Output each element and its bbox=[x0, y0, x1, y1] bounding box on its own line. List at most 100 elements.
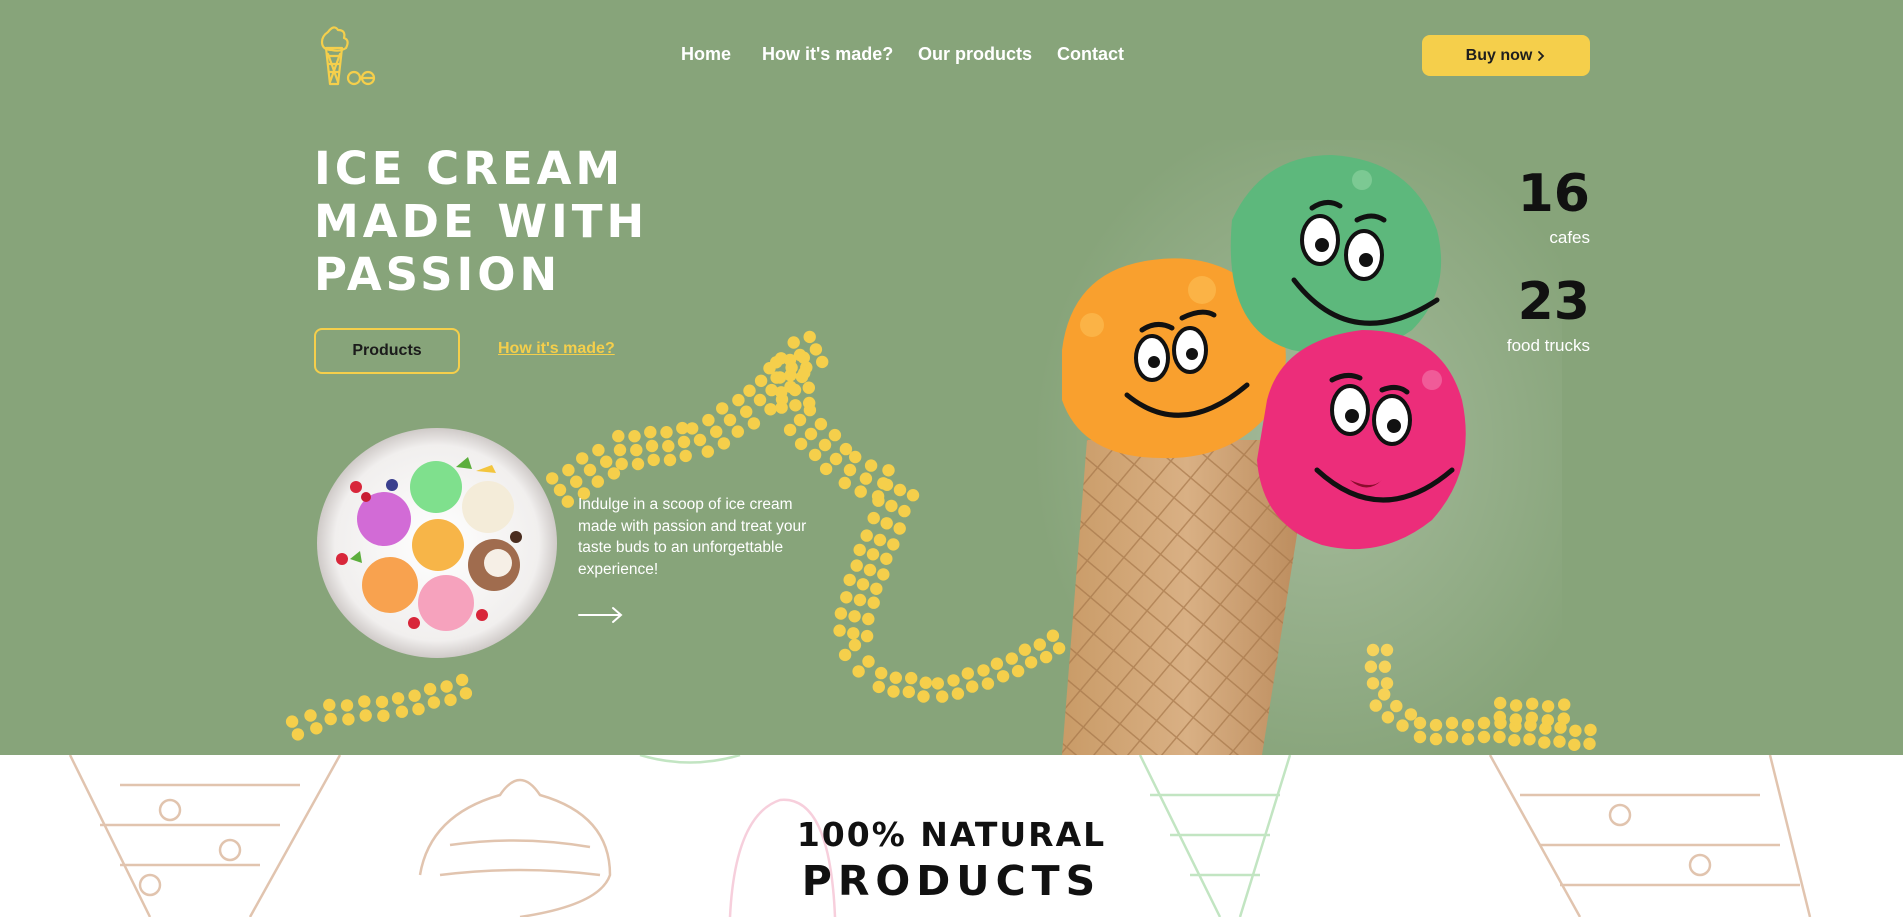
decorative-dot bbox=[919, 676, 932, 689]
decorative-dot bbox=[583, 463, 597, 477]
main-nav: Home How it's made? Our products Contact bbox=[0, 44, 1903, 68]
decorative-dot bbox=[732, 393, 745, 407]
nav-home[interactable]: Home bbox=[681, 44, 731, 65]
decorative-dot bbox=[455, 673, 469, 687]
decorative-dot bbox=[615, 457, 628, 471]
decorative-dot bbox=[917, 690, 930, 703]
arrow-right-icon[interactable] bbox=[578, 604, 624, 626]
decorative-dot bbox=[630, 443, 643, 457]
decorative-dot bbox=[561, 495, 574, 508]
decorative-dot bbox=[936, 690, 949, 703]
buy-now-button[interactable]: Buy now bbox=[1422, 35, 1590, 76]
decorative-dot bbox=[864, 459, 878, 472]
decorative-dot bbox=[829, 452, 843, 466]
decorative-dot bbox=[853, 593, 867, 607]
decorative-dot bbox=[814, 417, 828, 431]
decorative-dot bbox=[787, 336, 800, 349]
decorative-dot bbox=[1011, 664, 1025, 678]
dotted-trail-decoration bbox=[285, 330, 1597, 751]
decorative-dot bbox=[793, 413, 807, 427]
decorative-dot bbox=[764, 403, 777, 416]
section-title-line-2: PRODUCTS bbox=[801, 857, 1102, 905]
decorative-dot bbox=[775, 386, 788, 399]
decorative-dot bbox=[775, 401, 788, 414]
how-its-made-link[interactable]: How it's made? bbox=[498, 340, 615, 358]
decorative-dot bbox=[804, 427, 818, 441]
decorative-dot bbox=[873, 533, 887, 547]
decorative-dot bbox=[592, 443, 605, 457]
decorative-dot bbox=[867, 511, 880, 525]
decorative-dot bbox=[612, 429, 625, 443]
decorative-dot bbox=[872, 680, 885, 694]
decorative-dot bbox=[877, 568, 890, 581]
decorative-dot bbox=[628, 430, 641, 443]
decorative-dot bbox=[647, 453, 660, 467]
products-button[interactable]: Products bbox=[314, 328, 460, 374]
decorative-dot bbox=[951, 687, 965, 700]
decorative-dot bbox=[880, 478, 894, 491]
decorative-dot bbox=[686, 422, 699, 435]
decorative-dot bbox=[591, 475, 604, 488]
stat-food-trucks-label: food trucks bbox=[1506, 336, 1590, 355]
decorative-dot bbox=[459, 687, 473, 700]
decorative-dot bbox=[408, 689, 421, 702]
decorative-dot bbox=[783, 423, 797, 437]
decorative-dot bbox=[662, 439, 675, 453]
decorative-dot bbox=[701, 445, 714, 458]
decorative-dot bbox=[679, 449, 692, 463]
decorative-dot bbox=[803, 403, 817, 417]
decorative-dot bbox=[1569, 724, 1582, 737]
decorative-dot bbox=[990, 657, 1004, 670]
decorative-dot bbox=[770, 371, 783, 384]
headline-line-2: MADE WITH bbox=[314, 195, 649, 248]
decorative-dot bbox=[310, 722, 323, 735]
decorative-dot bbox=[961, 667, 974, 680]
headline-line-3: PASSION bbox=[314, 248, 562, 301]
decorative-dot bbox=[833, 624, 846, 637]
decorative-dot bbox=[753, 393, 767, 407]
decorative-dot bbox=[444, 693, 457, 707]
decorative-dot bbox=[809, 343, 823, 356]
nav-how-its-made[interactable]: How it's made? bbox=[762, 44, 893, 65]
decorative-dot bbox=[677, 435, 691, 449]
decorative-dot bbox=[783, 353, 797, 367]
nav-contact[interactable]: Contact bbox=[1057, 44, 1124, 65]
decorative-dot bbox=[359, 709, 372, 722]
chevron-right-icon bbox=[1538, 50, 1545, 61]
decorative-dot bbox=[819, 462, 833, 476]
decorative-dot bbox=[324, 712, 337, 726]
decorative-dot bbox=[880, 517, 893, 530]
intro-text: Indulge in a scoop of ice cream made wit… bbox=[578, 496, 807, 578]
decorative-dot bbox=[816, 355, 829, 369]
decorative-dot bbox=[872, 494, 885, 507]
decorative-dot bbox=[285, 715, 299, 728]
nav-our-products[interactable]: Our products bbox=[918, 44, 1032, 65]
decorative-dot bbox=[905, 671, 918, 685]
decorative-dot bbox=[889, 671, 902, 684]
decorative-dot bbox=[710, 425, 723, 438]
decorative-dot bbox=[838, 648, 852, 662]
decorative-dot bbox=[377, 709, 390, 722]
decorative-dot bbox=[803, 330, 816, 344]
decorative-dot bbox=[391, 692, 405, 705]
decorative-dot bbox=[423, 682, 437, 696]
decorative-dot bbox=[770, 356, 783, 369]
section-title-line-1: 100% NATURAL bbox=[796, 815, 1107, 854]
stat-cafes-label: cafes bbox=[1549, 228, 1590, 247]
decorative-dot bbox=[747, 417, 761, 430]
decorative-dot bbox=[859, 472, 873, 485]
decorative-dot bbox=[843, 573, 856, 587]
decorative-dot bbox=[291, 728, 305, 741]
decorative-dot bbox=[1584, 723, 1597, 737]
decorative-dot bbox=[723, 413, 737, 427]
decorative-dot bbox=[562, 463, 575, 477]
decorative-dot bbox=[977, 664, 990, 677]
decorative-dot bbox=[893, 522, 906, 535]
decorative-dot bbox=[788, 383, 802, 397]
decorative-dot bbox=[412, 702, 425, 716]
decorative-dot bbox=[848, 610, 861, 623]
decorative-dot bbox=[882, 464, 895, 477]
decorative-dot bbox=[323, 698, 336, 712]
decorative-dot bbox=[981, 677, 995, 690]
buy-now-label: Buy now bbox=[1465, 46, 1533, 64]
